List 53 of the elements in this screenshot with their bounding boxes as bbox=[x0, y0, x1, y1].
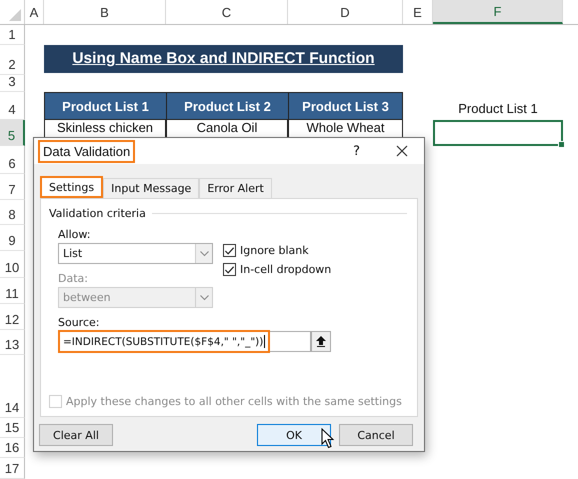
row-header[interactable]: 10 bbox=[0, 251, 25, 278]
dialog-button[interactable]: Cancel bbox=[339, 424, 413, 446]
checkbox-label: Apply these changes to all other cells with the same settings bbox=[66, 395, 402, 408]
row-header[interactable]: 13 bbox=[0, 330, 25, 355]
dialog-button[interactable]: OK bbox=[257, 424, 331, 446]
row-header[interactable]: 14 bbox=[0, 355, 25, 418]
row-header[interactable]: 12 bbox=[0, 304, 25, 330]
chevron-down-icon bbox=[200, 294, 208, 300]
checkbox[interactable] bbox=[223, 263, 236, 276]
tab[interactable]: Error Alert bbox=[199, 178, 272, 198]
source-label: Source: bbox=[58, 316, 100, 329]
allow-dropdown[interactable]: List bbox=[58, 243, 213, 264]
close-icon[interactable] bbox=[396, 145, 408, 157]
checkbox-label: In-cell dropdown bbox=[240, 263, 332, 276]
row-header[interactable]: 11 bbox=[0, 278, 25, 304]
row-header[interactable]: 6 bbox=[0, 146, 25, 174]
column-header[interactable]: D bbox=[288, 0, 403, 24]
source-field[interactable]: =INDIRECT(SUBSTITUTE($F$4," ","_")) bbox=[58, 331, 311, 352]
allow-label: Allow: bbox=[58, 228, 92, 241]
column-header[interactable]: F bbox=[433, 0, 563, 24]
row-header[interactable]: 5 bbox=[0, 120, 25, 146]
row-header[interactable]: 7 bbox=[0, 174, 25, 200]
table-header-cell: Product List 1 bbox=[44, 92, 166, 120]
selected-cell[interactable] bbox=[433, 120, 563, 146]
row-header[interactable]: 1 bbox=[0, 25, 25, 45]
data-label: Data: bbox=[58, 272, 89, 285]
up-arrow-icon bbox=[316, 336, 326, 347]
table-header-cell: Product List 3 bbox=[288, 92, 403, 120]
checkbox-label: Ignore blank bbox=[240, 244, 309, 257]
tab[interactable]: Input Message bbox=[103, 178, 200, 198]
chevron-down-icon bbox=[200, 250, 208, 256]
row-header[interactable]: 16 bbox=[0, 438, 25, 458]
cursor-icon bbox=[321, 428, 335, 449]
row-header[interactable]: 9 bbox=[0, 225, 25, 251]
collapse-button[interactable] bbox=[311, 331, 331, 352]
sheet-title: Using Name Box and INDIRECT Function bbox=[72, 50, 375, 68]
column-header[interactable]: A bbox=[25, 0, 44, 24]
dialog-title: Data Validation bbox=[38, 140, 136, 162]
table-header-cell: Product List 2 bbox=[166, 92, 288, 120]
tab[interactable]: Settings bbox=[40, 176, 104, 198]
row-header[interactable]: 2 bbox=[0, 45, 25, 75]
column-header[interactable]: B bbox=[44, 0, 166, 24]
triangle-icon bbox=[9, 9, 21, 21]
row-header[interactable]: 17 bbox=[0, 458, 25, 479]
row-header[interactable]: 8 bbox=[0, 200, 25, 225]
row-header[interactable]: 15 bbox=[0, 418, 25, 438]
checkbox[interactable] bbox=[223, 244, 236, 257]
row-header[interactable]: 3 bbox=[0, 75, 25, 92]
help-button[interactable]: ? bbox=[353, 144, 360, 158]
table-cell-text: Product List 1 bbox=[457, 100, 539, 118]
column-header[interactable]: C bbox=[166, 0, 288, 24]
section-label: Validation criteria bbox=[49, 207, 146, 220]
dialog-button[interactable]: Clear All bbox=[39, 424, 113, 446]
